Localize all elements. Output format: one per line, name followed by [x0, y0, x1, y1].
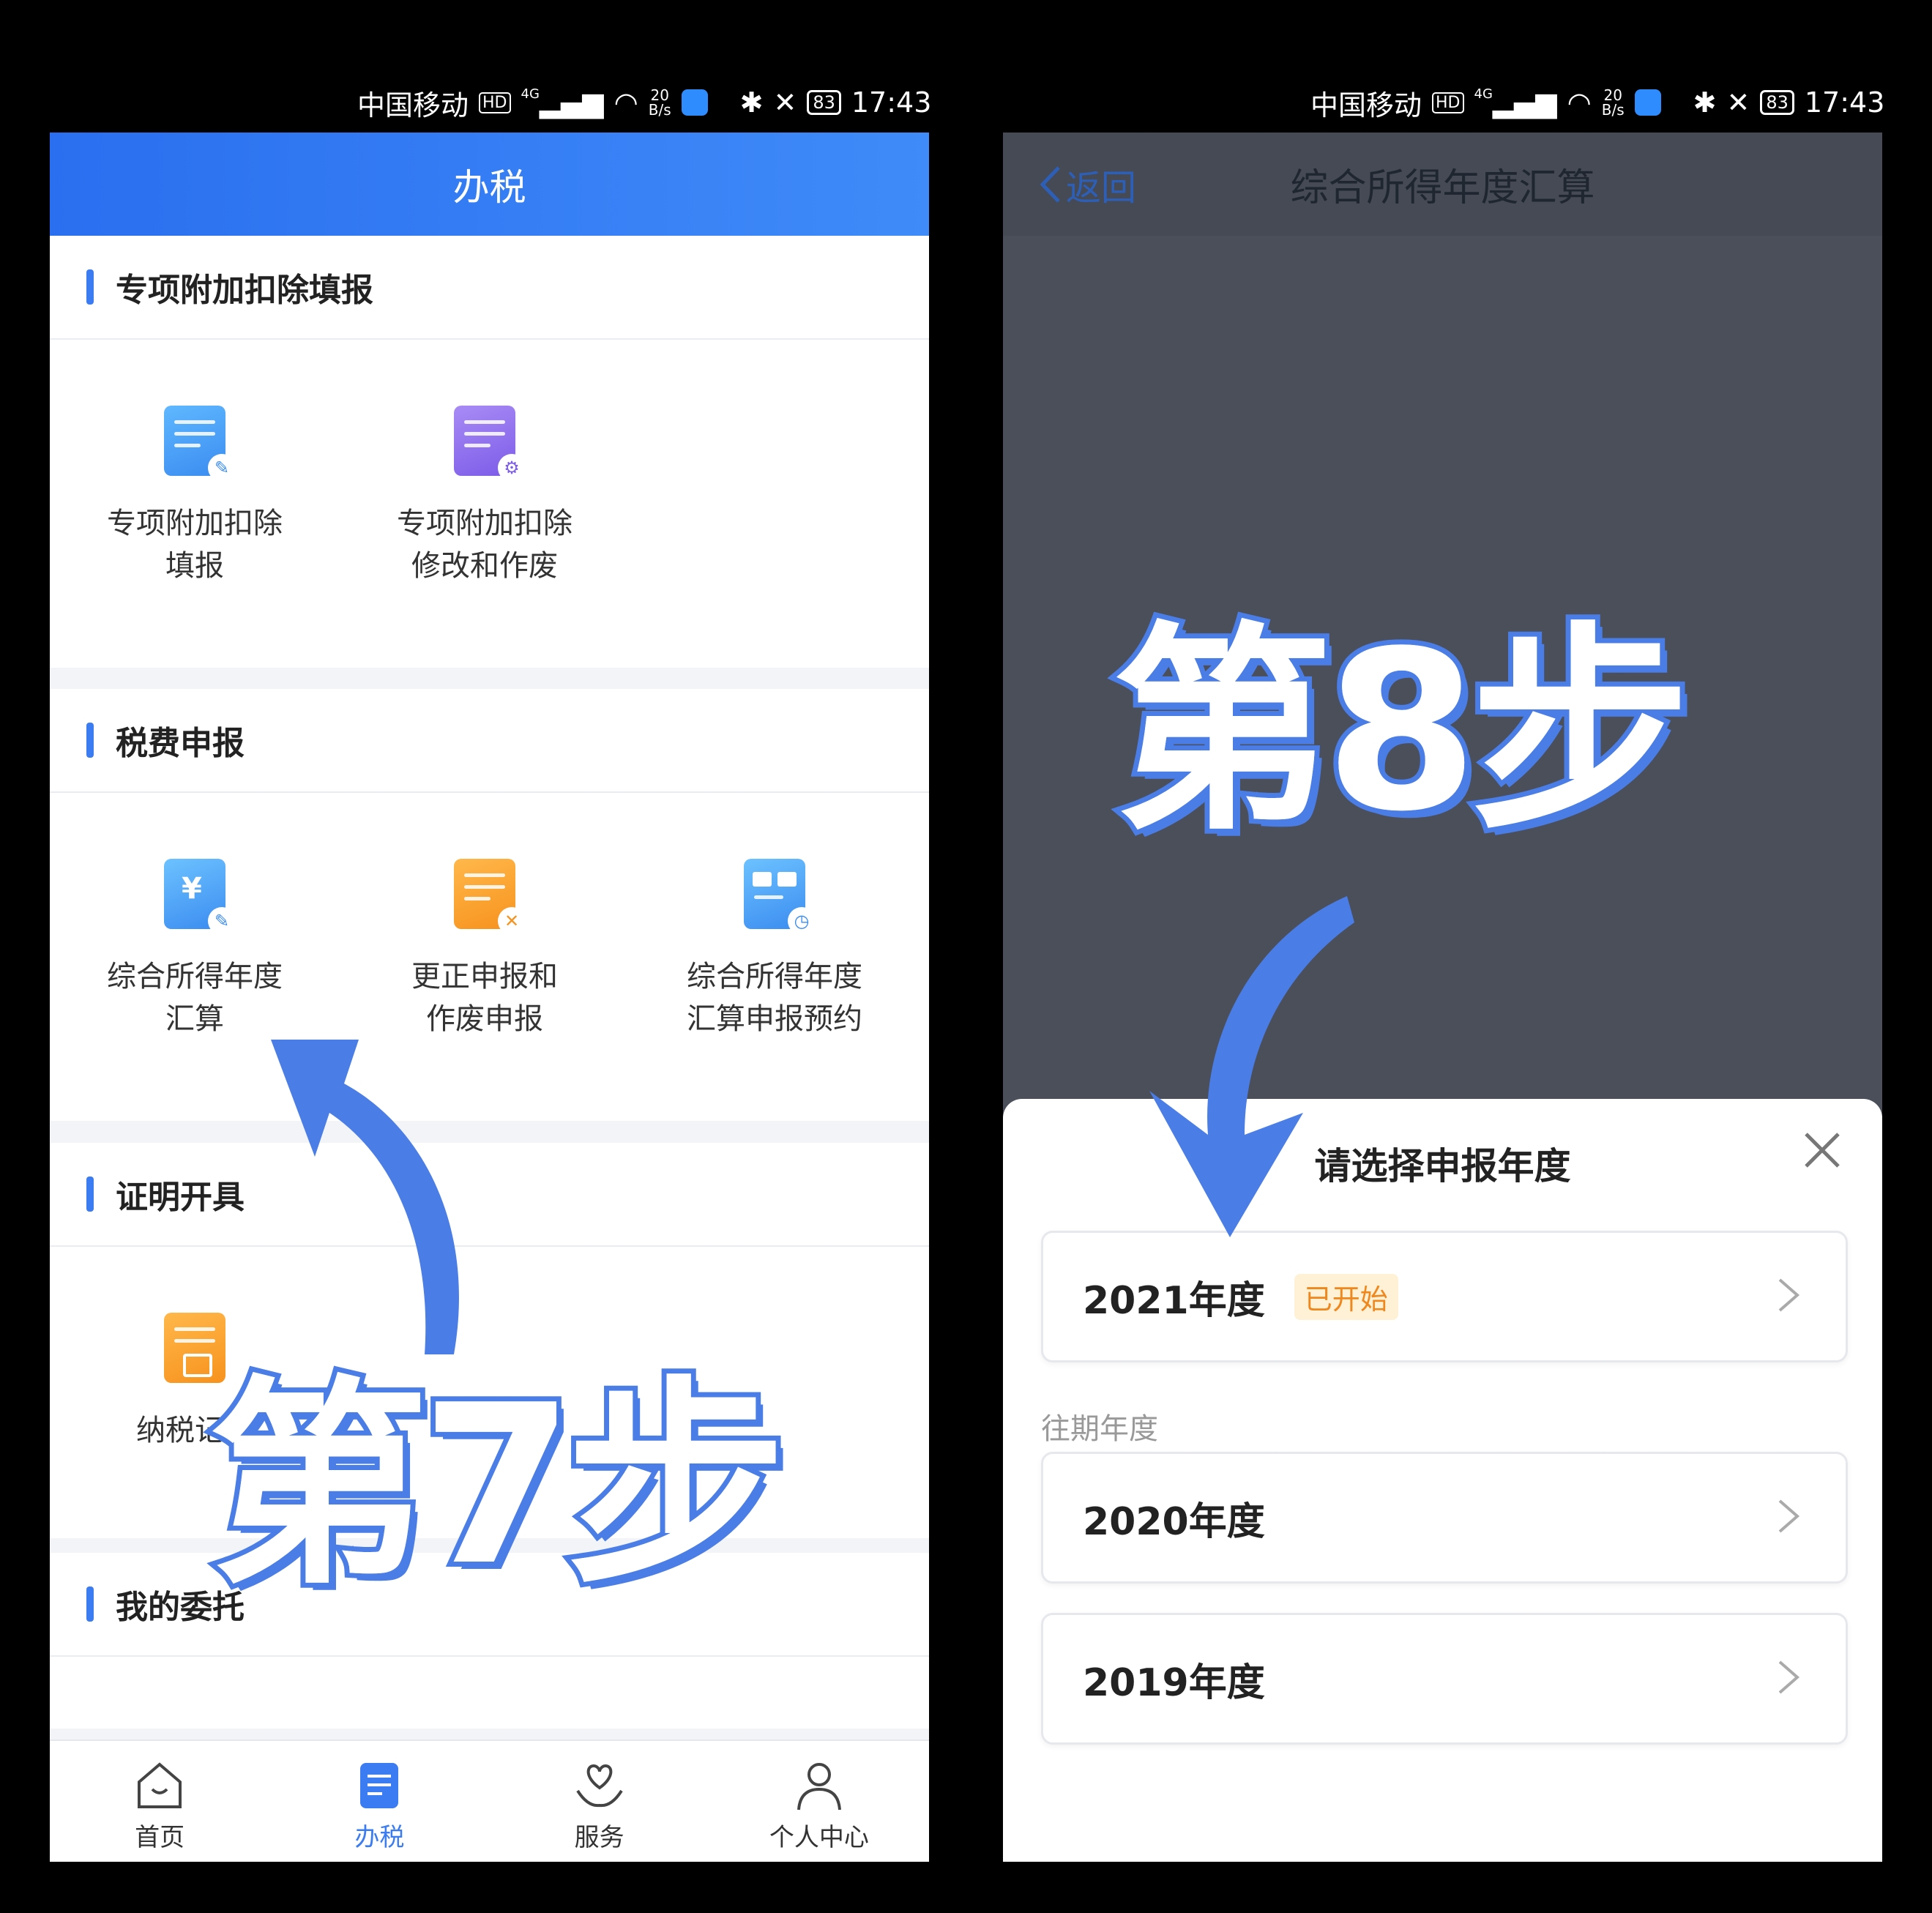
sheet-title: 请选择申报年度	[1314, 1145, 1571, 1187]
past-years-label: 往期年度	[1041, 1412, 1158, 1446]
arrow-up-icon	[271, 1040, 459, 1354]
page-header: 办税	[50, 133, 929, 236]
tile-deduction-modify[interactable]: ⚙ 专项附加扣除 修改和作废	[340, 340, 630, 587]
signal-icon: 4G▂▄▆	[1474, 86, 1557, 119]
tile-correct-void-filing[interactable]: ✕ 更正申报和 作废申报	[340, 793, 630, 1040]
year-select-sheet: 请选择申报年度 2021年度 已开始 往期年度 2020年度 2019年度	[1003, 1099, 1882, 1862]
bottom-tab-bar: 首页 办税 服务 个人中心	[50, 1739, 929, 1862]
section-header: 税费申报	[50, 689, 929, 793]
tab-profile[interactable]: 个人中心	[709, 1741, 929, 1862]
bluetooth-icon: ✱	[1693, 86, 1717, 119]
wifi-icon: ◠	[1567, 86, 1592, 119]
close-icon[interactable]	[1800, 1128, 1844, 1172]
tab-label: 个人中心	[769, 1823, 869, 1852]
status-badge: 已开始	[1294, 1273, 1398, 1320]
chevron-right-icon	[1778, 1660, 1800, 1694]
calendar-clock-icon: ◷	[744, 859, 816, 935]
year-label: 2021年度	[1083, 1278, 1265, 1323]
tax-doc-icon	[360, 1763, 399, 1808]
home-icon	[138, 1762, 182, 1808]
step-8-label: 第8步	[1108, 604, 1696, 859]
document-settings-icon: ⚙	[454, 406, 526, 482]
tile-label: 更正申报和	[411, 960, 558, 993]
page-title: 综合所得年度汇算	[1290, 166, 1595, 210]
clock: 17:43	[1804, 86, 1885, 119]
chevron-right-icon	[1778, 1499, 1800, 1533]
battery-icon: 83	[807, 90, 841, 115]
chevron-right-icon	[1778, 1278, 1800, 1312]
document-edit-icon: ✎	[164, 406, 236, 482]
year-label: 2020年度	[1083, 1499, 1265, 1544]
year-item-2019[interactable]: 2019年度	[1041, 1613, 1848, 1745]
app-notify-icon	[1634, 89, 1661, 116]
tile-annual-settlement[interactable]: ¥ ✎ 综合所得年度 汇算	[50, 793, 340, 1040]
page-header: 返回 综合所得年度汇算	[1003, 133, 1882, 236]
page-title: 办税	[452, 165, 526, 209]
arrow-down-icon	[1149, 896, 1354, 1237]
signal-icon: 4G▂▄▆	[521, 86, 604, 119]
section-accent-bar	[86, 723, 94, 758]
hd-icon: HD	[479, 92, 511, 113]
section-accent-bar	[86, 269, 94, 305]
status-bar-right: 中国移动 HD 4G▂▄▆ ◠ 20 B/s ✱ ✕ 83 17:43	[1310, 77, 1884, 128]
wifi-icon: ◠	[613, 86, 638, 119]
tab-service[interactable]: 服务	[490, 1741, 709, 1862]
annual-settlement-screen: 返回 综合所得年度汇算 请选择申报年度 2021年度 已开始 往期年度 2020…	[1003, 133, 1882, 1862]
section-title: 专项附加扣除填报	[116, 272, 373, 309]
section-title: 证明开具	[116, 1179, 245, 1216]
tile-deduction-fill[interactable]: ✎ 专项附加扣除 填报	[50, 340, 340, 587]
tile-label: 综合所得年度	[107, 960, 283, 993]
section-title: 税费申报	[116, 725, 245, 762]
section-accent-bar	[86, 1176, 94, 1212]
mute-icon: ✕	[773, 86, 797, 119]
tab-tax[interactable]: 办税	[269, 1741, 489, 1862]
year-label: 2019年度	[1083, 1660, 1265, 1705]
section-accent-bar	[86, 1586, 94, 1622]
hd-icon: HD	[1432, 92, 1464, 113]
year-item-2020[interactable]: 2020年度	[1041, 1452, 1848, 1584]
mute-icon: ✕	[1726, 86, 1750, 119]
tile-label: 专项附加扣除	[397, 507, 572, 540]
bluetooth-icon: ✱	[739, 86, 764, 119]
yuan-document-icon: ¥ ✎	[164, 859, 236, 935]
net-speed: 20 B/s	[1601, 86, 1625, 119]
person-icon	[797, 1763, 841, 1811]
status-bar-left: 中国移动 HD 4G▂▄▆ ◠ 20 B/s ✱ ✕ 83 17:43	[357, 77, 931, 128]
carrier-label: 中国移动	[1310, 89, 1422, 122]
document-cancel-icon: ✕	[454, 859, 526, 935]
clock: 17:43	[851, 86, 932, 119]
tab-home[interactable]: 首页	[50, 1741, 269, 1862]
carrier-label: 中国移动	[357, 89, 469, 122]
tile-label: 综合所得年度	[687, 960, 862, 993]
section-special-deduction: 专项附加扣除填报 ✎ 专项附加扣除 填报 ⚙ 专项附加扣除 修改和作废	[50, 236, 929, 668]
app-notify-icon	[681, 89, 708, 116]
battery-icon: 83	[1760, 90, 1794, 115]
tile-settlement-appointment[interactable]: ◷ 综合所得年度 汇算申报预约	[630, 793, 920, 1040]
year-item-2021[interactable]: 2021年度 已开始	[1041, 1231, 1848, 1362]
section-header: 专项附加扣除填报	[50, 236, 929, 340]
net-speed: 20 B/s	[648, 86, 671, 119]
tab-label: 首页	[135, 1823, 185, 1852]
step-7-label: 第7步	[204, 1358, 791, 1614]
tab-label: 办税	[354, 1823, 405, 1852]
tile-label: 专项附加扣除	[107, 507, 283, 540]
heart-hands-icon	[575, 1764, 623, 1808]
tab-label: 服务	[574, 1823, 624, 1852]
